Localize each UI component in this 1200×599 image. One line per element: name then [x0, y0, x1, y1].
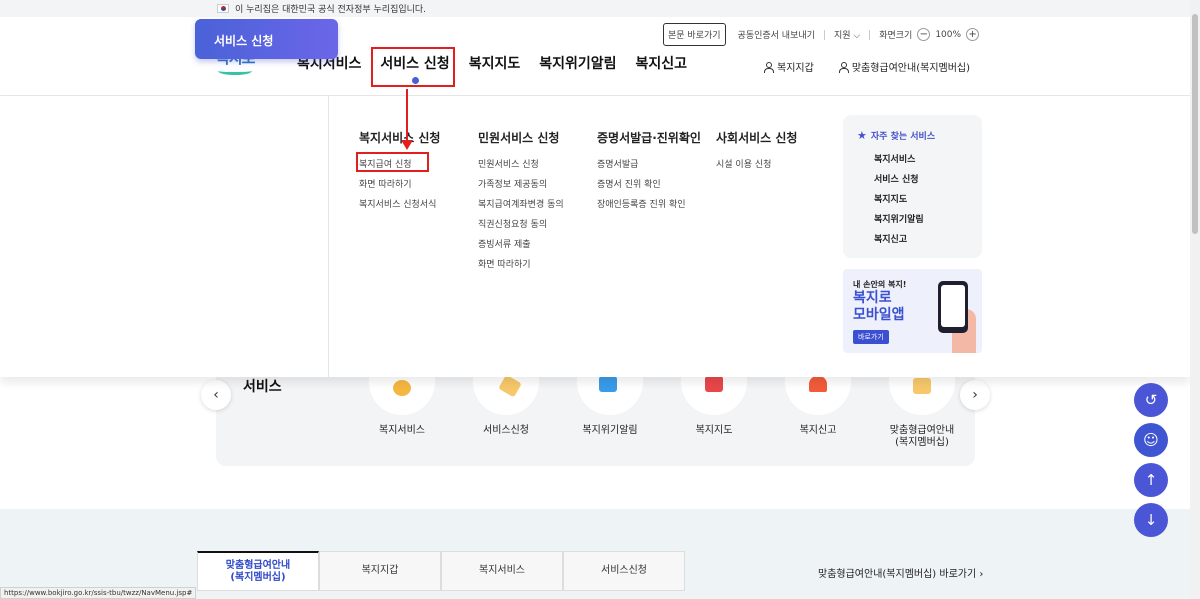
korea-flag-icon [217, 4, 229, 13]
menu-link[interactable]: 직권신청요청 동의 [478, 218, 564, 238]
zoom-value: 100% [935, 29, 962, 40]
tab-membership[interactable]: 맞춤형급여안내 (복지멤버십) [197, 551, 319, 591]
menu-column-title: 사회서비스 신청 [716, 131, 798, 145]
scroll-top-button[interactable]: ↑ [1134, 463, 1168, 497]
menu-column-certificate: 증명서발급·진위확인 증명서발급 증명서 진위 확인 장애인등록증 진위 확인 [597, 129, 701, 218]
membership-card-icon [913, 378, 931, 394]
annotation-highlight-box [371, 47, 455, 87]
divider [328, 96, 329, 377]
carousel-prev-button[interactable]: ‹ [201, 380, 231, 410]
menu-column-title: 복지서비스 신청 [359, 131, 441, 145]
section-tabs: 맞춤형급여안내 (복지멤버십) 복지지갑 복지서비스 서비스신청 [197, 551, 685, 591]
nav-welfare-report[interactable]: 복지신고 [636, 53, 688, 73]
scroll-bottom-button[interactable]: ↓ [1134, 503, 1168, 537]
cert-export-link[interactable]: 공동인증서 내보내기 [738, 28, 815, 41]
phone-icon [938, 281, 968, 333]
logo-wave-icon [218, 67, 252, 75]
frequent-item[interactable]: 서비스 신청 [857, 172, 982, 192]
service-label[interactable]: 복지위기알림 [565, 425, 655, 437]
frequent-item[interactable]: 복지신고 [857, 232, 982, 252]
menu-column-title: 증명서발급·진위확인 [597, 131, 701, 145]
menu-column-title: 민원서비스 신청 [478, 131, 560, 145]
status-bar-url: https://www.bokjiro.go.kr/ssis-tbu/twzz/… [0, 587, 197, 599]
service-label[interactable]: 복지신고 [773, 425, 863, 437]
menu-column-civil-apply: 민원서비스 신청 민원서비스 신청 가족정보 제공동의 복지급여계좌변경 동의 … [478, 129, 564, 278]
chatbot-button[interactable]: ☺ [1134, 423, 1168, 457]
menu-link-application-forms[interactable]: 복지서비스 신청서식 [359, 198, 440, 218]
mega-menu [0, 96, 1190, 377]
quick-service-title: 서비스 [243, 379, 282, 395]
menu-column-welfare-apply: 복지서비스 신청 복지급여 신청 화면 따라하기 복지서비스 신청서식 [359, 129, 440, 218]
divider [869, 29, 871, 40]
gov-banner: 이 누리집은 대한민국 공식 전자정부 누리집입니다. [0, 0, 1190, 17]
annotation-highlight-box [356, 152, 429, 172]
frequent-services-title-text: 자주 찾는 서비스 [870, 132, 936, 142]
history-button[interactable]: ↺ [1134, 383, 1168, 417]
zoom-label: 화면크기 [879, 31, 913, 41]
app-banner-button[interactable]: 바로가기 [853, 330, 889, 344]
annotation-arrow-head-icon [401, 140, 413, 150]
tab-welfare-services[interactable]: 복지서비스 [441, 551, 563, 591]
frequent-services-box: ★ 자주 찾는 서비스 복지서비스 서비스 신청 복지지도 복지위기알림 복지신고 [843, 115, 982, 258]
divider [823, 29, 825, 40]
service-label[interactable]: 복지지도 [669, 425, 759, 437]
frequent-services-title: ★ 자주 찾는 서비스 [857, 129, 982, 142]
mobile-app-banner[interactable]: 내 손안의 복지! 복지로 모바일앱 바로가기 [843, 269, 982, 353]
membership-link[interactable]: 맞춤형급여안내(복지멤버십) [838, 59, 970, 74]
support-dropdown[interactable]: 지원 ⌵ [834, 28, 860, 41]
nav-crisis-alert[interactable]: 복지위기알림 [539, 53, 616, 73]
zoom-in-button[interactable]: + [966, 28, 980, 41]
main-nav: 복지서비스 서비스 신청 복지지도 복지위기알림 복지신고 [297, 53, 706, 84]
crisis-message-icon [599, 376, 617, 392]
nav-welfare-map[interactable]: 복지지도 [469, 53, 521, 73]
menu-column-social-service: 사회서비스 신청 시설 이용 신청 [716, 129, 797, 178]
page-scrollbar[interactable] [1190, 0, 1200, 599]
frequent-item[interactable]: 복지지도 [857, 192, 982, 212]
carousel-next-button[interactable]: › [960, 380, 990, 410]
service-label[interactable]: 서비스신청 [461, 425, 551, 437]
map-building-icon [705, 376, 723, 392]
menu-link[interactable]: 증빙서류 제출 [478, 238, 564, 258]
service-label[interactable]: 맞춤형급여안내 (복지멤버십) [877, 425, 967, 449]
service-label[interactable]: 복지서비스 [357, 425, 447, 437]
person-plus-icon [838, 61, 849, 73]
welfare-person-icon [393, 380, 411, 396]
wallet-label: 복지지갑 [777, 63, 814, 74]
menu-link[interactable]: 화면 따라하기 [478, 258, 564, 278]
annotation-arrow [406, 89, 408, 142]
frequent-item[interactable]: 복지위기알림 [857, 212, 982, 232]
scrollbar-thumb[interactable] [1192, 14, 1198, 234]
tab-wallet[interactable]: 복지지갑 [319, 551, 441, 591]
person-icon [763, 61, 774, 73]
apply-hand-icon [498, 374, 522, 398]
utility-bar: 본문 바로가기 공동인증서 내보내기 지원 ⌵ 화면크기 − 100% + [663, 23, 984, 46]
skip-to-content-button[interactable]: 본문 바로가기 [663, 23, 726, 46]
menu-link[interactable]: 복지급여계좌변경 동의 [478, 198, 564, 218]
zoom-out-button[interactable]: − [917, 28, 931, 41]
star-icon: ★ [857, 129, 867, 142]
membership-shortcut-link[interactable]: 맞춤형급여안내(복지멤버십) 바로가기 › [818, 565, 983, 580]
mega-menu-side-title[interactable]: 서비스 신청 [195, 19, 338, 59]
menu-link[interactable]: 증명서발급 [597, 158, 701, 178]
membership-label: 맞춤형급여안내(복지멤버십) [851, 63, 971, 74]
menu-link[interactable]: 증명서 진위 확인 [597, 178, 701, 198]
header-user-links: 복지지갑 맞춤형급여안내(복지멤버십) [763, 59, 994, 74]
site-header: 본문 바로가기 공동인증서 내보내기 지원 ⌵ 화면크기 − 100% + 복지… [0, 17, 1190, 96]
menu-link[interactable]: 가족정보 제공동의 [478, 178, 564, 198]
gov-banner-text: 이 누리집은 대한민국 공식 전자정부 누리집입니다. [235, 5, 427, 15]
menu-link[interactable]: 민원서비스 신청 [478, 158, 564, 178]
menu-link[interactable]: 장애인등록증 진위 확인 [597, 198, 701, 218]
menu-link[interactable]: 시설 이용 신청 [716, 158, 797, 178]
wallet-link[interactable]: 복지지갑 [763, 59, 814, 74]
tab-service-apply[interactable]: 서비스신청 [563, 551, 685, 591]
report-siren-icon [809, 376, 827, 392]
menu-link-screen-guide[interactable]: 화면 따라하기 [359, 178, 440, 198]
frequent-item[interactable]: 복지서비스 [857, 152, 982, 172]
